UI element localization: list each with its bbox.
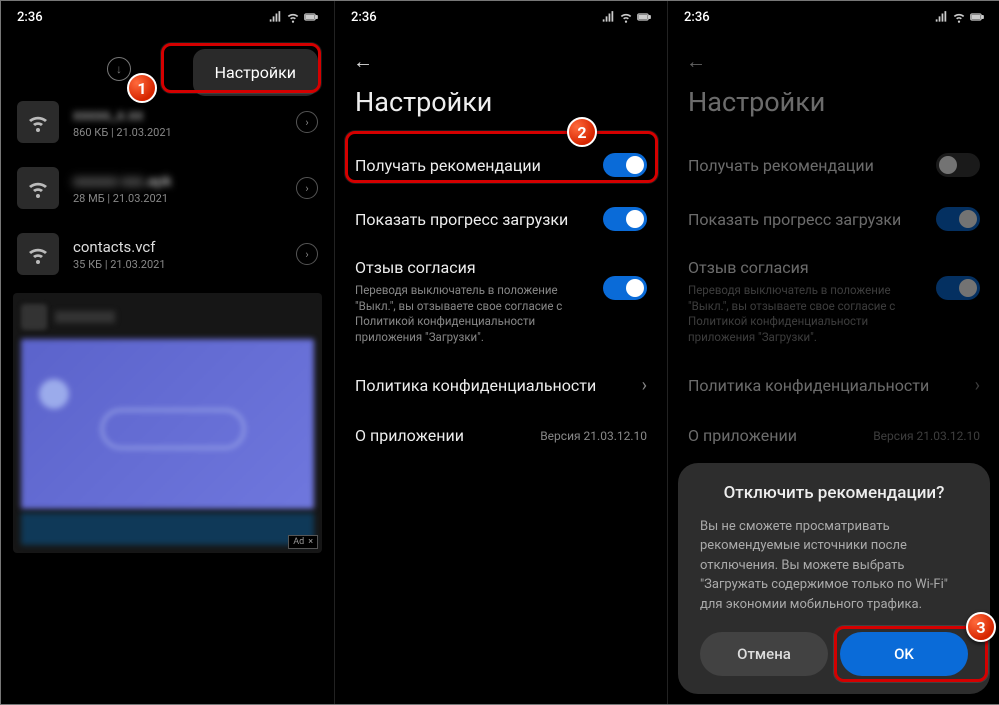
screen-settings-dialog: 2:36 ← Настройки Получать рекомендации П… xyxy=(667,1,999,704)
sort-icon-button[interactable]: ↓ xyxy=(107,57,131,81)
wifi-icon xyxy=(286,10,300,24)
open-chevron-icon[interactable]: › xyxy=(296,243,318,265)
setting-progress[interactable]: Показать прогресс загрузки xyxy=(335,192,667,246)
cancel-button[interactable]: Отмена xyxy=(700,632,828,676)
setting-privacy[interactable]: Политика конфиденциальности › xyxy=(335,360,667,411)
version-label: Версия 21.03.12.10 xyxy=(540,429,647,443)
setting-progress: Показать прогресс загрузки xyxy=(668,192,999,246)
ad-label[interactable]: Ad× xyxy=(288,535,318,549)
file-name: xxxxxx xxx.apk xyxy=(73,172,282,190)
chevron-right-icon: › xyxy=(642,375,647,396)
page-title: Настройки xyxy=(668,80,999,138)
setting-label: Отзыв согласия xyxy=(355,258,603,277)
back-button[interactable]: ← xyxy=(668,33,999,80)
wifi-file-icon xyxy=(17,233,59,275)
screen-settings: 2:36 ← Настройки Получать рекомендации П… xyxy=(334,1,667,704)
file-row[interactable]: xxxxxx xxx.apk 28 МБ | 21.03.2021 › xyxy=(1,155,334,221)
setting-label: Политика конфиденциальности xyxy=(688,376,929,395)
dialog-body: Вы не сможете просматривать рекомендуемы… xyxy=(700,517,968,615)
wifi-file-icon xyxy=(17,101,59,143)
screen-downloads: 2:36 ↓ Настройки xxxxx_x.xx 860 КБ | 21.… xyxy=(1,1,334,704)
setting-recommendations: Получать рекомендации xyxy=(668,138,999,192)
version-label: Версия 21.03.12.10 xyxy=(873,429,980,443)
setting-about: О приложении Версия 21.03.12.10 xyxy=(668,411,999,460)
setting-label: Показать прогресс загрузки xyxy=(688,210,901,229)
toggle-recommendations xyxy=(936,153,980,177)
battery-icon xyxy=(970,10,984,24)
wifi-file-icon xyxy=(17,167,59,209)
chevron-right-icon: › xyxy=(975,375,980,396)
battery-icon xyxy=(304,10,318,24)
status-icons xyxy=(601,10,651,24)
signal-icon xyxy=(934,10,948,24)
setting-recommendations[interactable]: Получать рекомендации xyxy=(335,138,667,192)
status-bar: 2:36 xyxy=(335,1,667,33)
signal-icon xyxy=(601,10,615,24)
toggle-consent[interactable] xyxy=(603,276,647,300)
wifi-icon xyxy=(952,10,966,24)
setting-consent: Отзыв согласия Переводя выключатель в по… xyxy=(668,246,999,360)
file-row[interactable]: contacts.vcf 35 КБ | 21.03.2021 › xyxy=(1,221,334,287)
status-time: 2:36 xyxy=(351,10,377,25)
file-sub: 28 МБ | 21.03.2021 xyxy=(73,192,282,205)
dialog-title: Отключить рекомендации? xyxy=(700,483,968,503)
setting-label: Политика конфиденциальности xyxy=(355,376,596,395)
status-icons xyxy=(268,10,318,24)
setting-label: Получать рекомендации xyxy=(355,156,541,175)
ad-close-icon[interactable]: × xyxy=(308,537,313,547)
battery-icon xyxy=(637,10,651,24)
setting-about[interactable]: О приложении Версия 21.03.12.10 xyxy=(335,411,667,460)
file-sub: 860 КБ | 21.03.2021 xyxy=(73,126,282,139)
setting-consent[interactable]: Отзыв согласия Переводя выключатель в по… xyxy=(335,246,667,360)
ad-card[interactable]: Ad× xyxy=(13,293,322,553)
overflow-menu: Настройки xyxy=(193,49,318,96)
file-name: contacts.vcf xyxy=(73,238,282,256)
setting-label: Показать прогресс загрузки xyxy=(355,210,568,229)
setting-privacy: Политика конфиденциальности › xyxy=(668,360,999,411)
setting-label: Отзыв согласия xyxy=(688,258,936,277)
setting-desc: Переводя выключатель в положение "Выкл."… xyxy=(355,283,603,345)
status-time: 2:36 xyxy=(684,10,710,25)
status-bar: 2:36 xyxy=(668,1,999,33)
status-time: 2:36 xyxy=(17,10,43,25)
file-sub: 35 КБ | 21.03.2021 xyxy=(73,258,282,271)
signal-icon xyxy=(268,10,282,24)
open-chevron-icon[interactable]: › xyxy=(296,111,318,133)
open-chevron-icon[interactable]: › xyxy=(296,177,318,199)
back-button[interactable]: ← xyxy=(335,33,667,80)
toggle-progress xyxy=(936,207,980,231)
toggle-progress[interactable] xyxy=(603,207,647,231)
file-row[interactable]: xxxxx_x.xx 860 КБ | 21.03.2021 › xyxy=(1,89,334,155)
toggle-consent xyxy=(936,276,980,300)
page-title: Настройки xyxy=(335,80,667,138)
setting-label: Получать рекомендации xyxy=(688,156,874,175)
toggle-recommendations[interactable] xyxy=(603,153,647,177)
setting-desc: Переводя выключатель в положение "Выкл."… xyxy=(688,283,936,345)
file-name: xxxxx_x.xx xyxy=(73,106,282,124)
ok-button[interactable]: OK xyxy=(840,632,968,676)
confirm-dialog: Отключить рекомендации? Вы не сможете пр… xyxy=(678,463,990,695)
setting-label: О приложении xyxy=(355,426,464,445)
setting-label: О приложении xyxy=(688,426,797,445)
status-icons xyxy=(934,10,984,24)
status-bar: 2:36 xyxy=(1,1,334,33)
wifi-icon xyxy=(619,10,633,24)
menu-item-settings[interactable]: Настройки xyxy=(215,63,296,82)
